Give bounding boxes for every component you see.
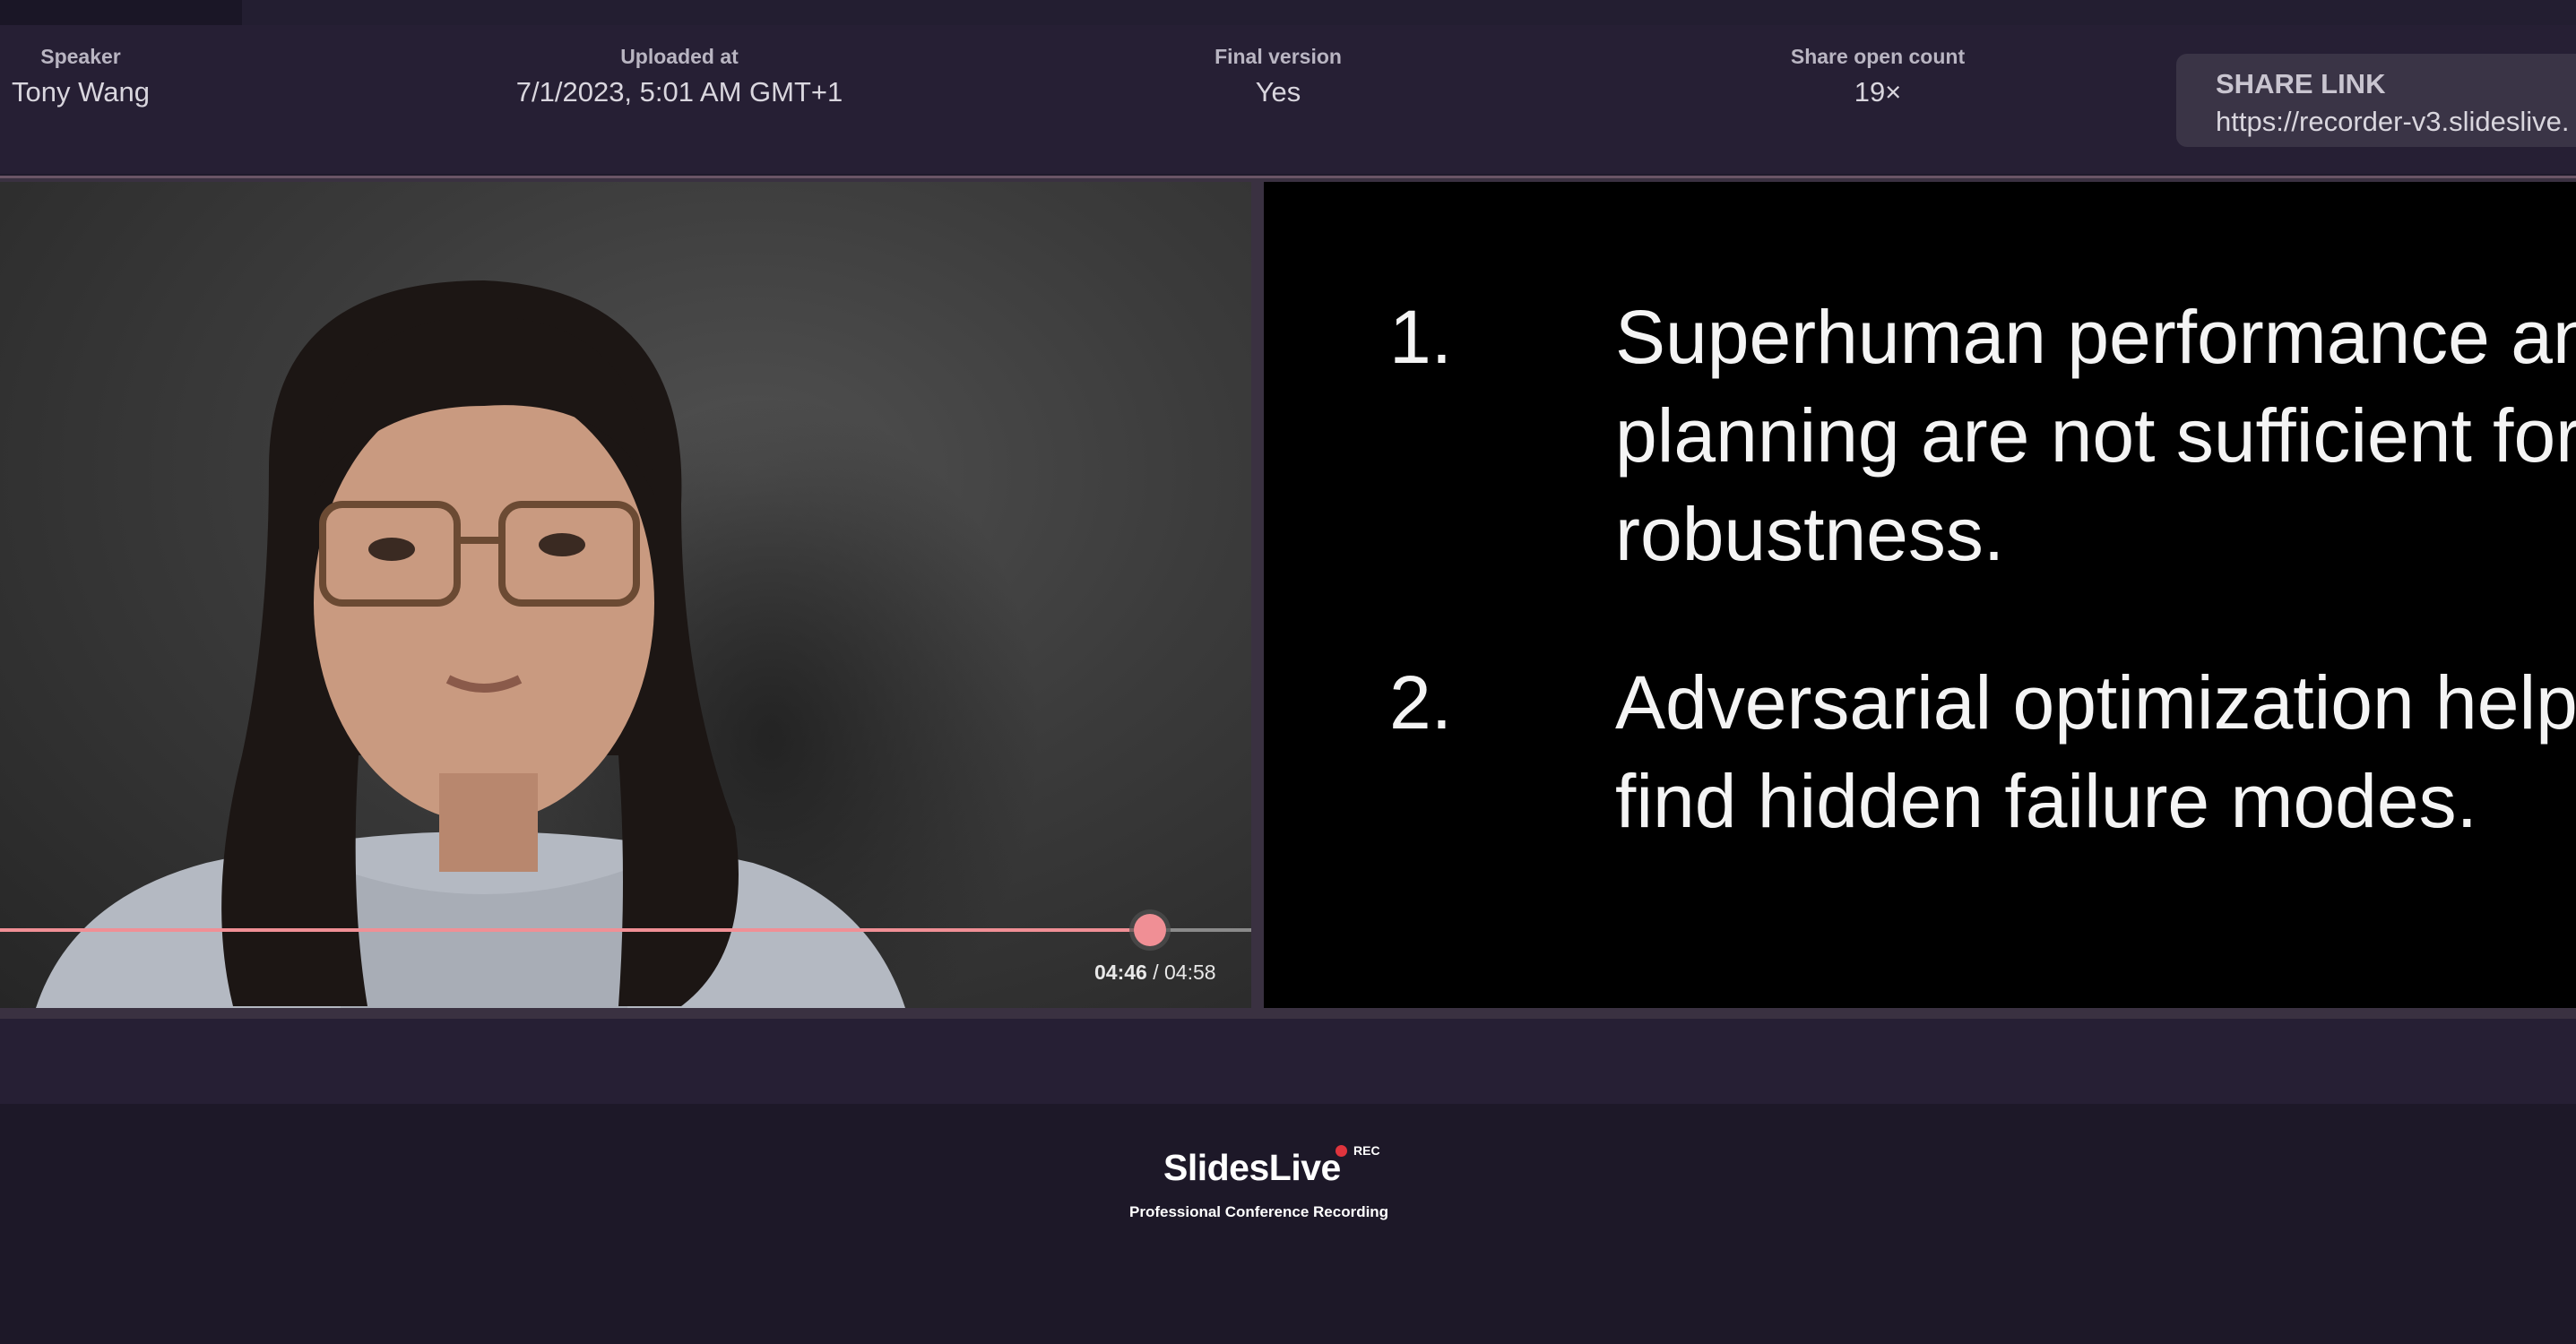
- split-divider[interactable]: [1251, 182, 1264, 1008]
- footer-tagline: Professional Conference Recording: [1129, 1203, 1389, 1220]
- progress-fill: [0, 928, 1150, 932]
- meta-speaker-label: Speaker: [40, 45, 121, 68]
- meta-speaker: Speaker Tony Wang: [0, 45, 161, 108]
- share-link-box[interactable]: SHARE LINK https://recorder-v3.slidesliv…: [2176, 54, 2576, 147]
- meta-final-version: Final version Yes: [1189, 45, 1368, 108]
- player-bottom-band: [0, 1019, 2576, 1104]
- meta-final-version-value: Yes: [1255, 76, 1301, 108]
- time-separator: /: [1153, 961, 1159, 984]
- time-display: 04:46 / 04:58: [1094, 961, 1216, 985]
- rec-badge: REC: [1353, 1143, 1380, 1158]
- progress-thumb[interactable]: [1134, 914, 1166, 946]
- slide-panel: 1. Superhuman performance and planning a…: [1264, 182, 2576, 1008]
- meta-uploaded-label: Uploaded at: [620, 45, 739, 68]
- meta-share-count-value: 19×: [1854, 76, 1902, 108]
- slide-line: Adversarial optimization helps: [1615, 660, 2576, 745]
- progress-track[interactable]: [0, 928, 1251, 932]
- rec-dot-icon: [1336, 1145, 1347, 1157]
- slide-line: planning are not sufficient for: [1615, 393, 2576, 478]
- slide-line: robustness.: [1615, 492, 2005, 576]
- meta-share-count-label: Share open count: [1790, 45, 1966, 68]
- footer: [0, 1104, 2576, 1344]
- top-strip: [0, 0, 2576, 25]
- meta-final-version-label: Final version: [1215, 45, 1342, 68]
- speaker-figure: [36, 280, 1040, 1008]
- slide-item-text: Superhuman performance and planning are …: [1615, 288, 2576, 583]
- slide-item-number: 1.: [1389, 295, 1453, 379]
- share-link-url[interactable]: https://recorder-v3.slideslive.: [2216, 106, 2570, 138]
- slideslive-logo[interactable]: SlidesLive: [1163, 1147, 1341, 1189]
- current-time: 04:46: [1094, 961, 1147, 984]
- speaker-video[interactable]: 04:46 / 04:58: [0, 182, 1251, 1008]
- slide-item-text: Adversarial optimization helps find hidd…: [1615, 653, 2576, 850]
- meta-speaker-value: Tony Wang: [12, 76, 150, 108]
- meta-share-count: Share open count 19×: [1757, 45, 1999, 108]
- meta-uploaded-value: 7/1/2023, 5:01 AM GMT+1: [515, 76, 843, 108]
- duration: 04:58: [1164, 961, 1216, 984]
- share-link-label: SHARE LINK: [2216, 68, 2386, 99]
- slide-line: find hidden failure modes.: [1615, 759, 2477, 843]
- meta-uploaded: Uploaded at 7/1/2023, 5:01 AM GMT+1: [500, 45, 859, 108]
- slide-item-number: 2.: [1389, 660, 1453, 745]
- top-strip-inner: [242, 0, 2576, 25]
- slide-line: Superhuman performance and: [1615, 295, 2576, 379]
